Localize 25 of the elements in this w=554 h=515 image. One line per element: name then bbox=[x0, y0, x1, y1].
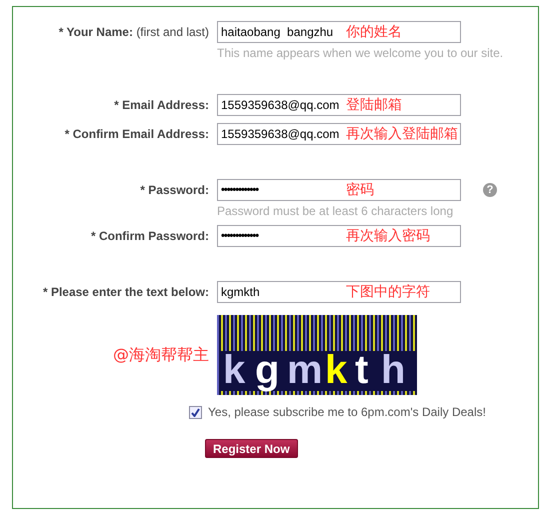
field-label: * Email Address: bbox=[114, 98, 209, 112]
annotation: 再次输入密码 bbox=[346, 227, 430, 245]
field-label: * Your Name: (first and last) bbox=[58, 25, 209, 39]
input-field[interactable]: haitaobang bangzhu 你的姓名 bbox=[217, 21, 461, 43]
annotation: 下图中的字符 bbox=[346, 283, 430, 301]
checkbox[interactable] bbox=[189, 406, 202, 418]
annotation: 再次输入登陆邮箱 bbox=[346, 125, 458, 143]
input-field[interactable]: kgmkth 下图中的字符 bbox=[217, 281, 461, 303]
field-hint: Password must be at least 6 characters long bbox=[217, 204, 454, 218]
input-field[interactable]: ••••••••••••• 密码 bbox=[217, 179, 461, 201]
field-hint: This name appears when we welcome you to our site. bbox=[217, 46, 504, 60]
field-label: * Confirm Email Address: bbox=[64, 127, 209, 141]
captcha-image: k g mk t h bbox=[217, 315, 417, 395]
checkbox-label: Yes, please subscribe me to 6pm.com's Daily Deals! bbox=[208, 405, 486, 419]
input-field[interactable]: ••••••••••••• 再次输入密码 bbox=[217, 225, 461, 247]
field-label: * Confirm Password: bbox=[90, 229, 209, 243]
annotation: 登陆邮箱 bbox=[346, 96, 402, 114]
field-label: * Password: bbox=[140, 183, 209, 197]
input-field[interactable]: 1559359638@qq.com 登陆邮箱 bbox=[217, 94, 461, 116]
input-field[interactable]: 1559359638@qq.com 再次输入登陆邮箱 bbox=[217, 123, 461, 145]
register-button[interactable]: Register Now bbox=[205, 439, 298, 458]
annotation: 你的姓名 bbox=[346, 23, 402, 41]
annotation: @海淘帮帮主 bbox=[113, 344, 209, 366]
field-label: * Please enter the text below: bbox=[42, 285, 209, 299]
annotation: 密码 bbox=[346, 181, 374, 199]
